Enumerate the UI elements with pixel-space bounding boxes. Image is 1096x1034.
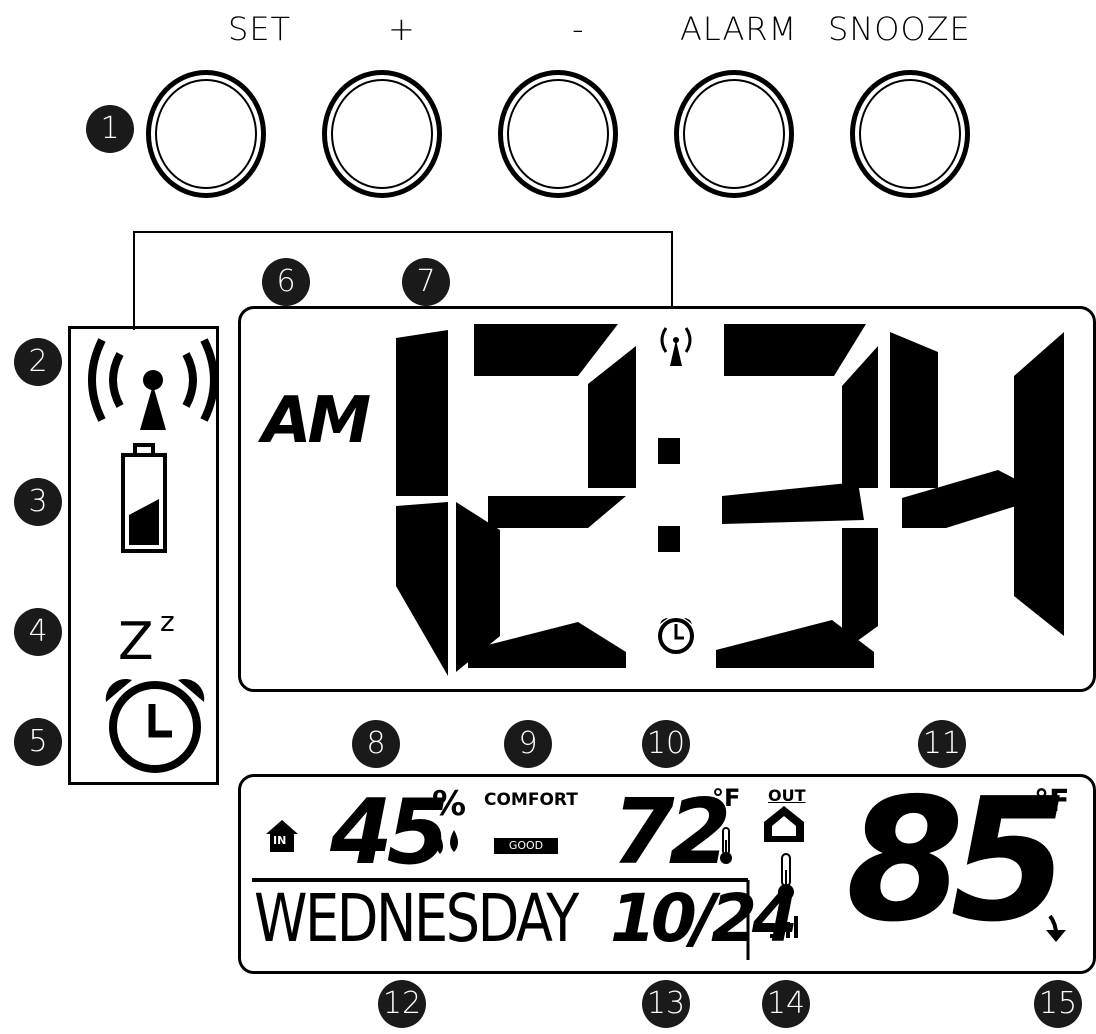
callout-2: 2 xyxy=(14,338,62,386)
battery-icon xyxy=(121,443,167,553)
callout-10: 10 xyxy=(642,720,690,768)
callout-8: 8 xyxy=(352,720,400,768)
snooze-z-superscript: z xyxy=(160,605,175,638)
alarm-clock-icon xyxy=(105,679,205,773)
callout-14: 14 xyxy=(762,980,810,1028)
callout-3: 3 xyxy=(14,478,62,526)
date: 10/24 xyxy=(610,880,798,957)
outdoor-thermometer-icon xyxy=(778,853,794,900)
outdoor-house-icon xyxy=(764,806,804,842)
water-drop-icon xyxy=(437,830,458,854)
indoor-temperature: 72 xyxy=(612,780,731,885)
indoor-humidity: 45 xyxy=(330,780,449,885)
time-digits xyxy=(396,324,1064,676)
callout-6: 6 xyxy=(262,258,310,306)
day-of-week: WEDNESDAY xyxy=(254,880,579,957)
callout-11: 11 xyxy=(918,720,966,768)
outdoor-temp-unit: °F xyxy=(1034,784,1070,819)
snooze-z-text: Z xyxy=(118,612,154,672)
arrow-down-icon xyxy=(1046,914,1066,942)
callout-12: 12 xyxy=(378,980,426,1028)
callout-1: 1 xyxy=(86,105,134,153)
callout-7: 7 xyxy=(402,258,450,306)
humidity-unit: % xyxy=(432,784,467,824)
callout-9: 9 xyxy=(504,720,552,768)
comfort-status-badge: GOOD xyxy=(494,838,558,854)
thermometer-icon xyxy=(720,827,732,864)
callout-15: 15 xyxy=(1034,980,1082,1028)
indoor-temp-unit: °F xyxy=(712,784,741,812)
callout-5: 5 xyxy=(14,718,62,766)
callout-13: 13 xyxy=(642,980,690,1028)
comfort-label: COMFORT xyxy=(484,790,578,810)
radio-signal-icon xyxy=(88,338,218,430)
outdoor-temperature: 85 xyxy=(846,762,1069,960)
callout-4: 4 xyxy=(14,608,62,656)
outdoor-label: OUT xyxy=(768,786,806,805)
indoor-badge: IN xyxy=(273,834,287,847)
signal-strength-icon xyxy=(770,916,798,938)
